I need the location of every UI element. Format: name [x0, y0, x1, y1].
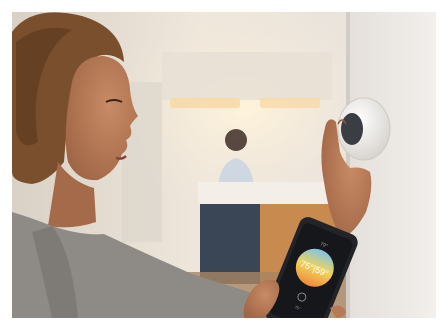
- island-countertop: [198, 182, 338, 204]
- under-cabinet-light: [170, 98, 240, 108]
- photo-illustration: 75°|59° 79° 75°: [12, 12, 436, 318]
- smart-home-photo: 75°|59° 79° 75°: [12, 12, 436, 318]
- wall: [346, 12, 436, 318]
- upper-cabinets: [162, 52, 332, 100]
- photo-frame: 75°|59° 79° 75°: [0, 0, 448, 328]
- background-person-head: [225, 129, 247, 151]
- under-cabinet-light-right: [260, 98, 320, 108]
- thermostat-display: [341, 113, 363, 145]
